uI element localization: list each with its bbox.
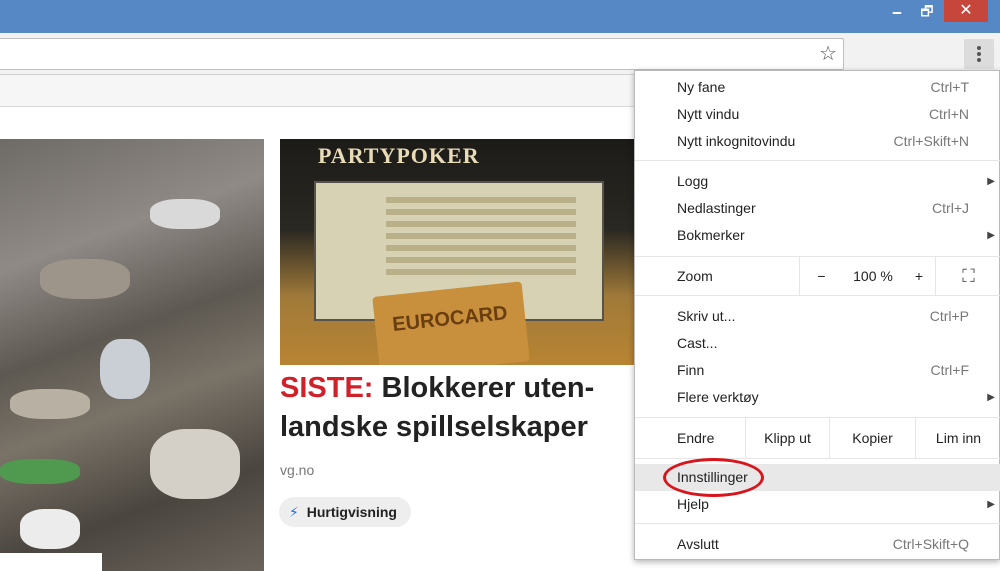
menu-item-shortcut: Ctrl+F [930,362,970,378]
eurocard-card: EUROCARD [372,281,530,365]
menu-item-label: Bokmerker [677,227,745,243]
highlight-circle-annotation [663,458,764,497]
lightning-icon: ⚡ [289,504,299,520]
menu-item-label: Ny fane [677,79,726,95]
article-headline[interactable]: SISTE: Blokkerer uten­landske spill­sels… [280,369,620,490]
menu-item-shortcut: Ctrl+J [932,200,969,216]
litter-photo[interactable] [0,139,264,571]
menu-zoom-row: Zoom − 100 % + ⛶ [635,257,1000,295]
menu-item-cast[interactable]: Cast... [635,330,1000,357]
photo-detail [150,199,220,229]
menu-item-label: Nedlastinger [677,200,756,216]
partypoker-photo[interactable]: PARTYPOKER EUROCARD [280,139,634,365]
zoom-out-button[interactable]: − [799,257,843,295]
cut-button[interactable]: Klipp ut [745,418,829,458]
menu-item-shortcut: Ctrl+N [928,106,969,122]
zoom-label: Zoom [677,268,713,284]
lobby-row [386,221,576,227]
menu-item-label: Avslutt [677,536,719,552]
photo-detail [40,259,130,299]
partypoker-logo-text: PARTYPOKER [318,143,480,168]
menu-item-shortcut: Ctrl+P [929,308,969,324]
photo-detail [100,339,150,399]
menu-dot-icon [977,52,981,56]
zoom-in-button[interactable]: + [903,257,935,295]
lobby-row [386,209,576,215]
menu-item-exit[interactable]: Avslutt Ctrl+Skift+Q [635,531,1000,558]
chrome-menu-button[interactable] [964,39,994,69]
menu-item-label: Nytt vindu [677,106,740,122]
menu-item-downloads[interactable]: Nedlastinger Ctrl+J [635,195,1000,222]
article-source: vg.no [280,462,315,478]
menu-item-label: Nytt inkognitovindu [677,133,796,149]
menu-item-help[interactable]: Hjelp ▶ [635,491,1000,518]
menu-dot-icon [977,58,981,62]
menu-item-find[interactable]: Finn Ctrl+F [635,357,1000,384]
menu-item-more-tools[interactable]: Flere verktøy ▶ [635,384,1000,411]
fullscreen-icon[interactable]: ⛶ [935,257,1000,295]
menu-item-history[interactable]: Logg ▶ [635,168,1000,195]
menu-item-shortcut: Ctrl+Skift+Q [892,536,969,552]
address-bar[interactable]: ☆ [0,38,844,70]
menu-dot-icon [977,46,981,50]
paste-button[interactable]: Lim inn [915,418,1000,458]
zoom-value: 100 % [853,268,893,284]
edit-label: Endre [677,430,715,446]
lobby-row [386,245,576,251]
menu-item-label: Logg [677,173,709,189]
copy-button[interactable]: Kopier [829,418,915,458]
menu-item-label: Cast... [677,335,718,351]
lobby-row [386,257,576,263]
close-window-button[interactable]: ✕ [944,0,988,22]
lobby-row [386,197,576,203]
menu-item-bookmarks[interactable]: Bokmerker ▶ [635,222,1000,249]
quick-view-label: Hurtigvisning [306,504,397,520]
menu-item-label: Skriv ut... [677,308,736,324]
photo-detail [150,429,240,499]
submenu-arrow-icon: ▶ [987,230,995,241]
headline-prefix: SISTE: [280,372,374,404]
submenu-arrow-icon: ▶ [987,499,995,510]
menu-item-print[interactable]: Skriv ut... Ctrl+P [635,303,1000,330]
submenu-arrow-icon: ▶ [987,176,995,187]
quick-view-button[interactable]: ⚡ Hurtigvisning [279,497,411,527]
menu-edit-row: Endre Klipp ut Kopier Lim inn [635,418,1000,458]
menu-item-new-window[interactable]: Nytt vindu Ctrl+N [635,101,1000,128]
submenu-arrow-icon: ▶ [987,392,995,403]
menu-separator [635,458,1000,459]
browser-toolbar: ☆ [0,33,1000,75]
photo-detail [20,509,80,549]
menu-separator [635,160,1000,161]
photo-detail [0,459,80,484]
menu-item-incognito[interactable]: Nytt inkognitovindu Ctrl+Skift+N [635,128,1000,155]
menu-item-new-tab[interactable]: Ny fane Ctrl+T [635,74,1000,101]
photo-detail [10,389,90,419]
minimize-button[interactable]: 🗕 [884,0,910,22]
menu-separator [635,295,1000,296]
blank-area [0,553,102,571]
window-titlebar: 🗕 🗗 ✕ [0,0,1000,33]
menu-separator [635,523,1000,524]
lobby-row [386,233,576,239]
menu-item-label: Flere verktøy [677,389,759,405]
menu-item-label: Finn [677,362,705,378]
restore-button[interactable]: 🗗 [912,0,942,22]
bookmark-star-icon[interactable]: ☆ [819,43,837,65]
menu-item-shortcut: Ctrl+T [930,79,970,95]
menu-item-shortcut: Ctrl+Skift+N [893,133,969,149]
lobby-row [386,269,576,275]
